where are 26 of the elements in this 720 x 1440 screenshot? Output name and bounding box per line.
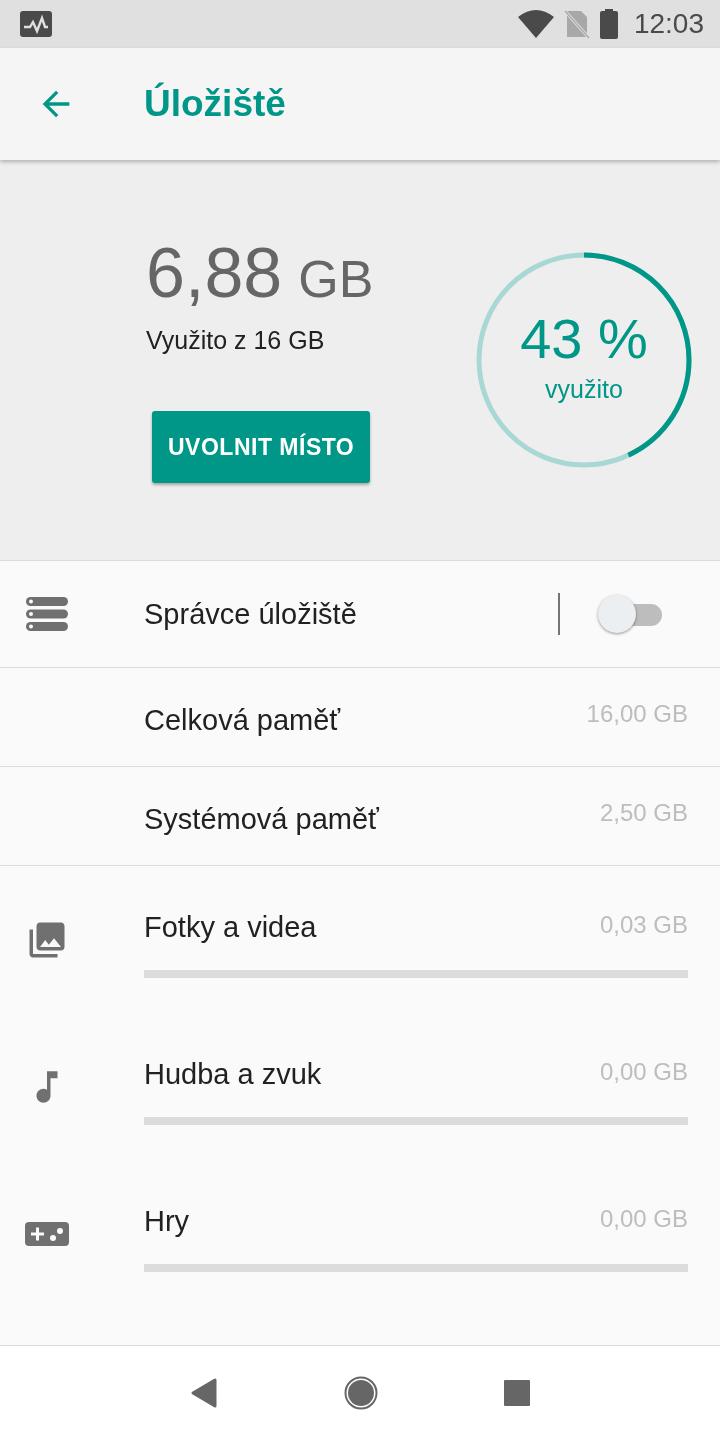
row-value: 2,50 GB <box>599 799 688 827</box>
clock: 12:03 <box>633 8 704 40</box>
nav-back-button[interactable] <box>190 1377 218 1409</box>
row-label: Celková paměť <box>144 704 342 737</box>
category-label: Fotky a videa <box>144 911 317 944</box>
category-size: 0,00 GB <box>599 1058 688 1086</box>
usage-label: využito <box>545 374 623 404</box>
used-of-total: Využito z 16 GB <box>146 326 326 355</box>
page-title: Úložiště <box>144 83 286 125</box>
pulse-icon <box>20 11 52 37</box>
battery-icon <box>599 9 618 39</box>
storage-icon <box>26 597 68 631</box>
usage-percent: 43 % <box>520 310 648 367</box>
row-label: Správce úložiště <box>144 597 358 631</box>
no-sim-icon <box>563 9 590 39</box>
category-label: Hudba a zvuk <box>144 1058 322 1091</box>
category-size: 0,00 GB <box>599 1205 688 1233</box>
category-size: 0,03 GB <box>599 911 688 939</box>
category-label: Hry <box>144 1205 190 1238</box>
home-button[interactable] <box>344 1376 378 1410</box>
row-label: Systémová paměť <box>144 803 380 836</box>
free-up-space-button[interactable]: UVOLNIT MÍSTO <box>152 411 371 483</box>
used-unit: GB <box>298 253 374 305</box>
wifi-icon <box>517 10 554 38</box>
used-amount: 6,88 <box>146 238 283 308</box>
row-value: 16,00 GB <box>586 700 688 728</box>
